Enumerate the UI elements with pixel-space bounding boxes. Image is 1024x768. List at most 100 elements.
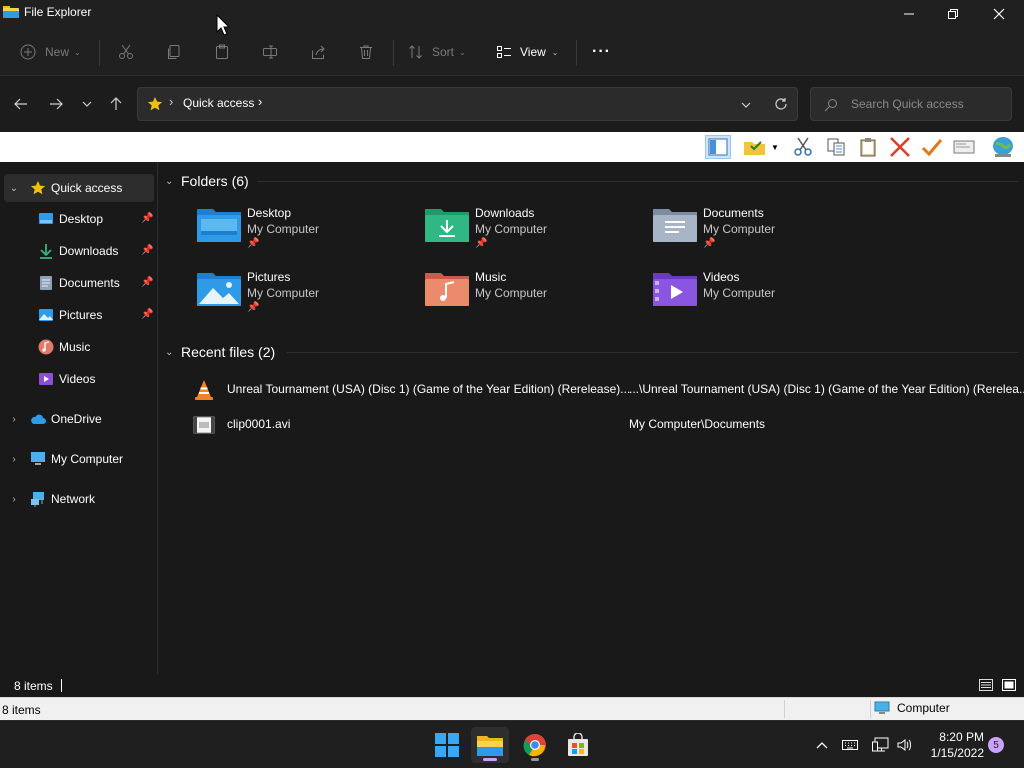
- folder-tile-videos[interactable]: Videos My Computer: [653, 270, 873, 328]
- legacy-confirm-button[interactable]: [919, 135, 945, 159]
- network-tray-button[interactable]: [871, 733, 891, 757]
- sidebar-item-documents[interactable]: Documents 📌: [0, 269, 157, 297]
- taskbar-chrome[interactable]: [516, 727, 554, 763]
- start-button[interactable]: [428, 727, 466, 763]
- zone-indicator: Computer: [874, 701, 950, 715]
- taskbar: 8:20 PM 1/15/2022 5: [0, 720, 1024, 768]
- chevron-right-icon[interactable]: ›: [8, 453, 20, 465]
- folders-header-label: Folders (6): [181, 173, 249, 189]
- computer-icon: [874, 701, 890, 714]
- navigation-pane: ⌄ Quick access Desktop 📌 Downloads 📌 Doc…: [0, 162, 158, 697]
- folder-location: My Computer: [247, 222, 320, 236]
- chevron-down-icon[interactable]: [741, 100, 751, 110]
- chevron-up-icon: [816, 742, 828, 749]
- chevron-down-icon: ⌄: [459, 47, 466, 57]
- notification-badge[interactable]: 5: [988, 737, 1004, 753]
- legacy-copy-button[interactable]: [823, 135, 849, 159]
- search-input[interactable]: Search Quick access: [810, 87, 1012, 121]
- minimize-button[interactable]: [886, 0, 932, 28]
- keyboard-tray-button[interactable]: [840, 733, 860, 757]
- sidebar-item-pictures[interactable]: Pictures 📌: [0, 301, 157, 329]
- rename-button[interactable]: [262, 40, 278, 64]
- folder-tile-pictures[interactable]: Pictures My Computer 📌: [197, 270, 417, 328]
- close-button[interactable]: [976, 0, 1022, 28]
- folder-tile-music[interactable]: Music My Computer: [425, 270, 645, 328]
- legacy-globe-button[interactable]: [990, 135, 1016, 159]
- sidebar-item-onedrive[interactable]: › OneDrive: [0, 405, 157, 433]
- document-icon: [40, 276, 52, 290]
- chevron-right-icon[interactable]: ›: [8, 493, 20, 505]
- breadcrumb-chevron-icon[interactable]: ›: [258, 94, 262, 109]
- restore-button[interactable]: [930, 0, 976, 28]
- legacy-status-bar: 8 items Computer: [0, 697, 1024, 720]
- copy-button[interactable]: [166, 40, 182, 64]
- folder-location: My Computer: [703, 222, 776, 236]
- arrow-up-icon: [110, 97, 122, 110]
- sidebar-item-desktop[interactable]: Desktop 📌: [0, 205, 157, 233]
- legacy-properties-button[interactable]: [951, 135, 977, 159]
- sidebar-item-label: Network: [51, 492, 96, 506]
- active-indicator: [483, 758, 497, 761]
- legacy-delete-button[interactable]: [887, 135, 913, 159]
- sidebar-item-videos[interactable]: Videos: [0, 365, 157, 393]
- forward-button[interactable]: [46, 94, 66, 114]
- status-divider: [61, 679, 62, 692]
- arrow-right-icon: [50, 98, 63, 110]
- properties-card-icon: [953, 140, 975, 154]
- taskbar-store[interactable]: [559, 727, 597, 763]
- refresh-icon[interactable]: [774, 97, 788, 111]
- status-divider: [784, 700, 785, 718]
- folder-name: Pictures: [247, 270, 291, 284]
- folders-section-header[interactable]: ⌄ Folders (6): [165, 171, 249, 191]
- address-row: › Quick access › Search Quick access: [0, 76, 1024, 132]
- up-button[interactable]: [106, 94, 126, 114]
- folder-tile-documents[interactable]: Documents My Computer 📌: [653, 206, 873, 264]
- volume-tray-button[interactable]: [895, 733, 915, 757]
- sort-button[interactable]: Sort ⌄: [408, 40, 466, 64]
- folder-tile-desktop[interactable]: Desktop My Computer 📌: [197, 206, 417, 264]
- legacy-cut-button[interactable]: [790, 135, 816, 159]
- sidebar-item-quick-access[interactable]: ⌄ Quick access: [4, 174, 154, 202]
- address-bar[interactable]: › Quick access ›: [137, 87, 798, 121]
- back-button[interactable]: [11, 94, 31, 114]
- view-button[interactable]: View ⌄: [496, 40, 559, 64]
- more-options-button[interactable]: ···: [592, 40, 611, 64]
- view-list-icon: [497, 46, 511, 58]
- delete-button[interactable]: [358, 40, 374, 64]
- tiles-view-icon[interactable]: [1001, 677, 1017, 693]
- video-file-icon: [193, 416, 215, 434]
- new-button[interactable]: New ⌄: [20, 40, 81, 64]
- sidebar-item-music[interactable]: Music: [0, 333, 157, 361]
- cut-button[interactable]: [118, 40, 134, 64]
- sidebar-item-my-computer[interactable]: › My Computer: [0, 445, 157, 473]
- folder-tile-downloads[interactable]: Downloads My Computer 📌: [425, 206, 645, 264]
- share-button[interactable]: [310, 40, 326, 64]
- cut-icon: [794, 137, 812, 156]
- pin-icon: 📌: [141, 245, 154, 256]
- taskbar-file-explorer[interactable]: [471, 727, 509, 763]
- search-placeholder: Search Quick access: [851, 97, 964, 111]
- details-view-icon[interactable]: [978, 677, 994, 693]
- chevron-down-icon[interactable]: ⌄: [8, 182, 20, 194]
- chevron-down-icon: ▼: [771, 142, 779, 152]
- select-dropdown-button[interactable]: ▼: [741, 135, 781, 159]
- chevron-down-icon: [82, 101, 92, 107]
- sidebar-item-network[interactable]: › Network: [0, 485, 157, 513]
- show-hidden-icons-button[interactable]: [812, 733, 832, 757]
- sidebar-item-label: Videos: [59, 372, 96, 386]
- sort-icon: [409, 45, 422, 59]
- preview-pane-button[interactable]: [705, 135, 731, 159]
- chevron-right-icon[interactable]: ›: [8, 413, 20, 425]
- sidebar-item-downloads[interactable]: Downloads 📌: [0, 237, 157, 265]
- recent-file-row[interactable]: Unreal Tournament (USA) (Disc 1) (Game o…: [159, 375, 1024, 403]
- recent-section-header[interactable]: ⌄ Recent files (2): [165, 342, 275, 362]
- paste-button[interactable]: [214, 40, 230, 64]
- legacy-paste-button[interactable]: [855, 135, 881, 159]
- recent-file-location: ...\Unreal Tournament (USA) (Disc 1) (Ga…: [629, 382, 1024, 396]
- recent-file-row[interactable]: clip0001.avi My Computer\Documents: [159, 410, 1024, 438]
- breadcrumb-chevron-icon: ›: [169, 94, 174, 109]
- recent-locations-button[interactable]: [77, 94, 97, 114]
- preview-pane-icon: [708, 138, 728, 156]
- clock[interactable]: 8:20 PM 1/15/2022: [920, 729, 984, 761]
- breadcrumb-quick-access[interactable]: Quick access: [183, 96, 254, 110]
